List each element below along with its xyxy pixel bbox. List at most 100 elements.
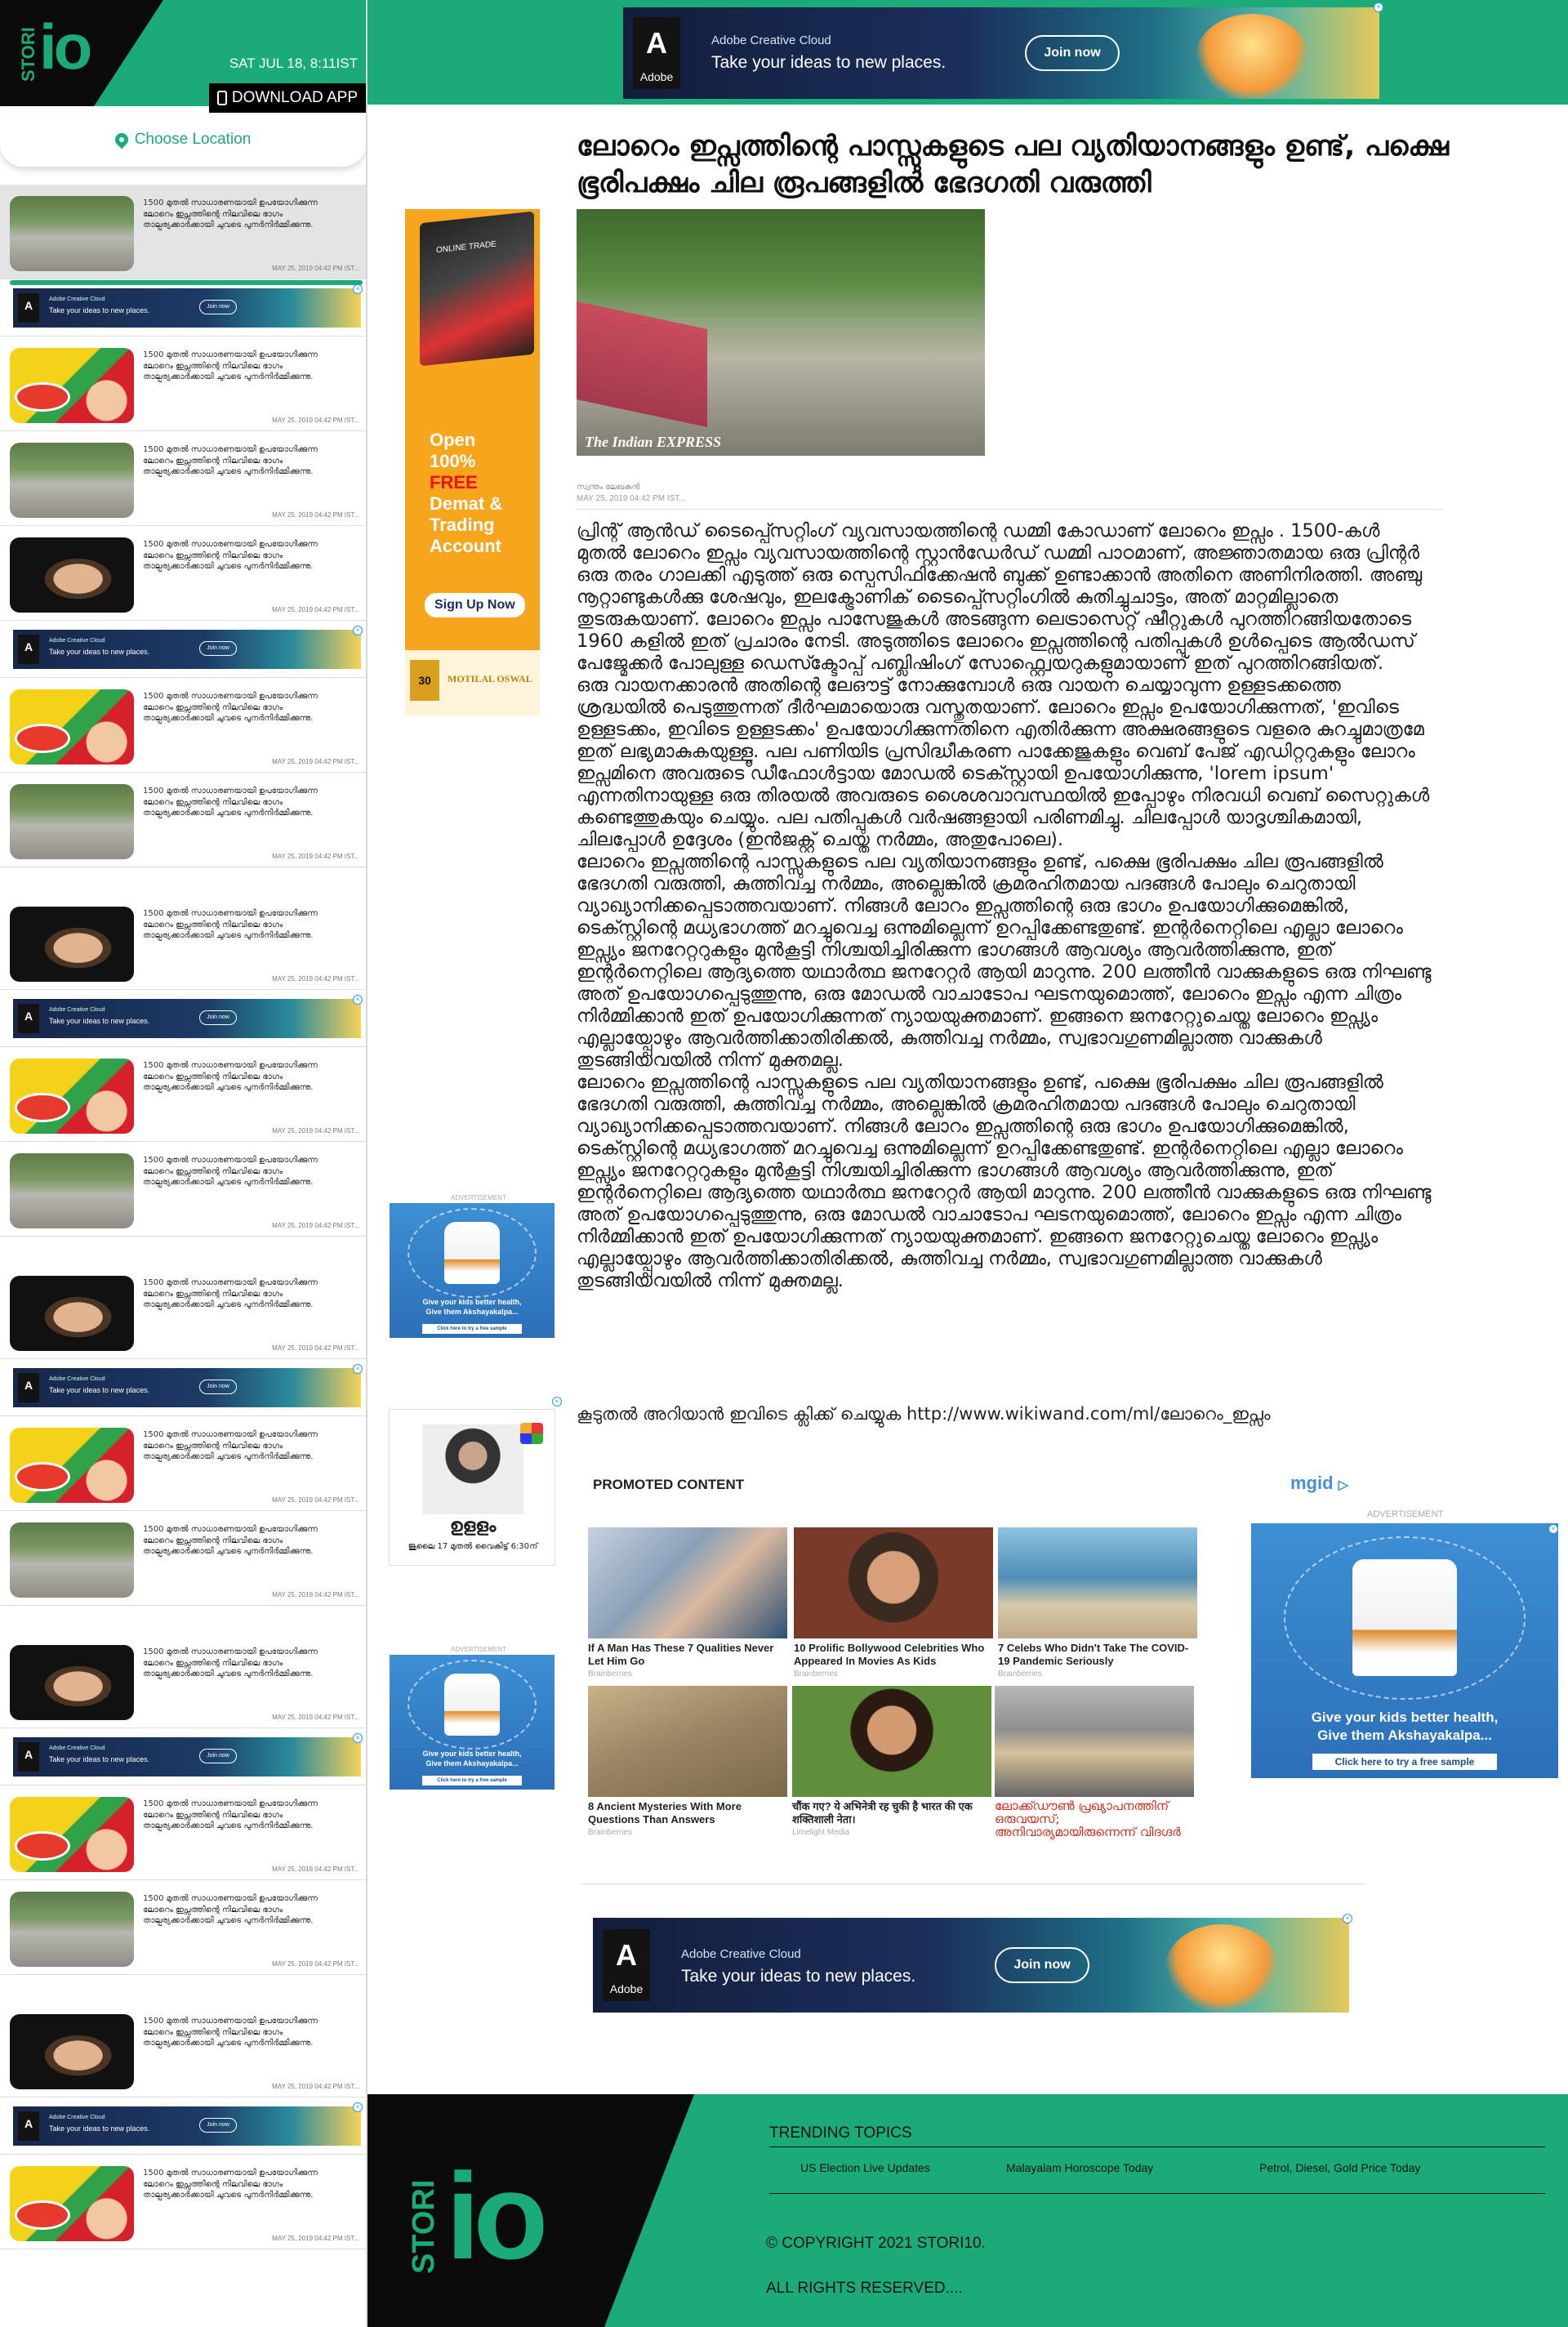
promoted-card[interactable]: If A Man Has These 7 Qualities Never Let… bbox=[588, 1527, 787, 1678]
story-thumbnail[interactable] bbox=[10, 1153, 134, 1228]
story-thumbnail[interactable] bbox=[10, 443, 134, 518]
square-ad-health[interactable]: Give your kids better health, Give them … bbox=[390, 1655, 555, 1790]
promoted-image[interactable] bbox=[998, 1527, 1197, 1638]
promoted-image[interactable] bbox=[588, 1527, 787, 1638]
ad-join-button[interactable]: Join now bbox=[995, 1947, 1089, 1983]
story-thumbnail[interactable] bbox=[10, 1522, 134, 1598]
ad-cta-button[interactable]: Click here to try a free sample bbox=[422, 1776, 522, 1785]
vertical-trading-ad[interactable]: ONLINE TRADE Open 100% FREE Demat & Trad… bbox=[405, 209, 540, 715]
promoted-card[interactable]: ലോക്ക്ഡൗൺ പ്രഖ്യാപനത്തിന് ഒരുവയസ്; അനിവാ… bbox=[995, 1686, 1194, 1839]
bottom-banner-ad[interactable]: A Adobe Adobe Creative Cloud Take your id… bbox=[593, 1918, 1349, 2013]
ad-join-button[interactable]: Join now bbox=[199, 1010, 237, 1025]
sidebar-story[interactable]: 1500 മുതൽ സാധാരണയായി ഉപയോഗിക്കുന്ന ലോറെം… bbox=[0, 1142, 366, 1237]
sidebar-story[interactable]: 1500 മുതൽ സാധാരണയായി ഉപയോഗിക്കുന്ന ലോറെം… bbox=[0, 1511, 366, 1606]
promoted-title[interactable]: चौंक गए? ये अभिनेत्री रह चुकी है भारत की… bbox=[792, 1800, 991, 1825]
ad-close-icon[interactable]: × bbox=[1374, 2, 1383, 12]
promoted-image[interactable] bbox=[794, 1527, 993, 1638]
ad-close-icon[interactable]: × bbox=[1548, 1524, 1558, 1534]
sidebar-ad[interactable]: A Adobe Creative Cloud Take your ideas to … bbox=[0, 1359, 366, 1416]
ad-close-icon[interactable]: × bbox=[353, 626, 363, 635]
sidebar-story[interactable]: 1500 മുതൽ സാധാരണയായി ഉപയോഗിക്കുന്ന ലോറെം… bbox=[0, 431, 366, 526]
mgid-logo[interactable]: mgid ▷ bbox=[1290, 1473, 1348, 1494]
square-ad-health[interactable]: Give your kids better health, Give them … bbox=[390, 1203, 555, 1338]
sidebar-story[interactable]: 1500 മുതൽ സാധാരണയായി ഉപയോഗിക്കുന്ന ലോറെം… bbox=[0, 1634, 366, 1728]
mini-banner-ad[interactable]: A Adobe Creative Cloud Take your ideas to … bbox=[13, 2106, 361, 2146]
ad-join-button[interactable]: Join now bbox=[1025, 35, 1120, 71]
promoted-image[interactable] bbox=[588, 1686, 787, 1797]
ad-close-icon[interactable]: × bbox=[353, 995, 363, 1005]
promoted-card[interactable]: 7 Celebs Who Didn't Take The COVID-19 Pa… bbox=[998, 1527, 1197, 1678]
sidebar-story[interactable]: 1500 മുതൽ സാധാരണയായി ഉപയോഗിക്കുന്ന ലോറെം… bbox=[0, 895, 366, 990]
promoted-title[interactable]: 8 Ancient Mysteries With More Questions … bbox=[588, 1800, 787, 1825]
mini-banner-ad[interactable]: A Adobe Creative Cloud Take your ideas to … bbox=[13, 999, 361, 1038]
ad-cta-button[interactable]: Click here to try a free sample bbox=[422, 1324, 522, 1334]
promoted-card[interactable]: चौंक गए? ये अभिनेत्री रह चुकी है भारत की… bbox=[792, 1686, 991, 1837]
story-thumbnail[interactable] bbox=[10, 1428, 134, 1503]
promoted-title[interactable]: If A Man Has These 7 Qualities Never Let… bbox=[588, 1642, 787, 1667]
sidebar-story[interactable]: 1500 മുതൽ സാധാരണയായി ഉപയോഗിക്കുന്ന ലോറെം… bbox=[0, 1047, 366, 1142]
promoted-image[interactable] bbox=[995, 1686, 1194, 1797]
ad-close-icon[interactable]: × bbox=[353, 1364, 363, 1374]
movie-ad[interactable]: ഉളളം ജൂലൈ 17 മുതൽ വൈകിട്ട് 6:30ന് bbox=[389, 1409, 555, 1566]
story-thumbnail[interactable] bbox=[10, 1645, 134, 1720]
sidebar-story[interactable]: 1500 മുതൽ സാധാരണയായി ഉപയോഗിക്കുന്ന ലോറെം… bbox=[0, 773, 366, 867]
read-more-link[interactable]: കൂടുതൽ അറിയാൻ ഇവിടെ ക്ലിക്ക് ചെയ്യുക htt… bbox=[577, 1404, 1271, 1424]
ad-cta-button[interactable]: Click here to try a free sample bbox=[1312, 1754, 1497, 1770]
ad-close-icon[interactable]: × bbox=[353, 2102, 363, 2112]
sidebar-story[interactable]: 1500 മുതൽ സാധാരണയായി ഉപയോഗിക്കുന്ന ലോറെം… bbox=[0, 1416, 366, 1511]
download-app-button[interactable]: DOWNLOAD APP bbox=[208, 83, 366, 113]
footer-logo-io[interactable]: io bbox=[446, 2155, 548, 2277]
sidebar-ad[interactable]: A Adobe Creative Cloud Take your ideas to … bbox=[0, 621, 366, 678]
sidebar-ad[interactable]: A Adobe Creative Cloud Take your ideas to … bbox=[0, 990, 366, 1047]
sidebar-ad[interactable]: A Adobe Creative Cloud Take your ideas to … bbox=[0, 279, 366, 337]
sidebar-story[interactable]: 1500 മുതൽ സാധാരണയായി ഉപയോഗിക്കുന്ന ലോറെം… bbox=[0, 2003, 366, 2097]
story-thumbnail[interactable] bbox=[10, 196, 134, 271]
story-thumbnail[interactable] bbox=[10, 1797, 134, 1872]
ad-join-button[interactable]: Join now bbox=[199, 1749, 237, 1763]
promoted-card[interactable]: 10 Prolific Bollywood Celebrities Who Ap… bbox=[794, 1527, 993, 1678]
promoted-title[interactable]: ലോക്ക്ഡൗൺ പ്രഖ്യാപനത്തിന് ഒരുവയസ്; അനിവാ… bbox=[995, 1799, 1194, 1839]
ad-close-icon[interactable]: × bbox=[353, 284, 363, 294]
square-ad-health-large[interactable]: Give your kids better health, Give them … bbox=[1251, 1523, 1558, 1778]
ad-close-icon[interactable]: × bbox=[552, 1397, 562, 1406]
mini-banner-ad[interactable]: A Adobe Creative Cloud Take your ideas to … bbox=[13, 1737, 361, 1776]
choose-location-button[interactable]: Choose Location bbox=[0, 113, 366, 167]
story-thumbnail[interactable] bbox=[10, 348, 134, 423]
sidebar-ad[interactable]: A Adobe Creative Cloud Take your ideas to … bbox=[0, 2097, 366, 2155]
sidebar-story[interactable]: 1500 മുതൽ സാധാരണയായി ഉപയോഗിക്കുന്ന ലോറെം… bbox=[0, 2155, 366, 2249]
story-thumbnail[interactable] bbox=[10, 784, 134, 859]
sidebar-story[interactable]: 1500 മുതൽ സാധാരണയായി ഉപയോഗിക്കുന്ന ലോറെം… bbox=[0, 1880, 366, 1975]
ad-join-button[interactable]: Join now bbox=[199, 2118, 237, 2133]
mini-banner-ad[interactable]: A Adobe Creative Cloud Take your ideas to … bbox=[13, 1368, 361, 1407]
promoted-image[interactable] bbox=[792, 1686, 991, 1797]
logo-stori-text[interactable]: STORI bbox=[18, 27, 39, 82]
trending-topic-link[interactable]: US Election Live Updates bbox=[800, 2161, 930, 2174]
sidebar-story[interactable]: 1500 മുതൽ സാധാരണയായി ഉപയോഗിക്കുന്ന ലോറെം… bbox=[0, 1264, 366, 1359]
story-thumbnail[interactable] bbox=[10, 2014, 134, 2089]
ad-signup-button[interactable]: Sign Up Now bbox=[425, 593, 525, 617]
trending-topic-link[interactable]: Malayalam Horoscope Today bbox=[1006, 2161, 1153, 2174]
trending-topic-link[interactable]: Petrol, Diesel, Gold Price Today bbox=[1259, 2161, 1420, 2174]
story-thumbnail[interactable] bbox=[10, 1059, 134, 1134]
story-thumbnail[interactable] bbox=[10, 537, 134, 613]
promoted-title[interactable]: 10 Prolific Bollywood Celebrities Who Ap… bbox=[794, 1642, 993, 1667]
mini-banner-ad[interactable]: A Adobe Creative Cloud Take your ideas to … bbox=[13, 630, 361, 669]
sidebar-story[interactable]: 1500 മുതൽ സാധാരണയായി ഉപയോഗിക്കുന്ന ലോറെം… bbox=[0, 337, 366, 431]
ad-join-button[interactable]: Join now bbox=[199, 300, 237, 314]
promoted-title[interactable]: 7 Celebs Who Didn't Take The COVID-19 Pa… bbox=[998, 1642, 1197, 1667]
story-thumbnail[interactable] bbox=[10, 1892, 134, 1967]
footer-logo-stori[interactable]: STORI bbox=[407, 2180, 442, 2274]
ad-close-icon[interactable]: × bbox=[1343, 1914, 1352, 1924]
promoted-card[interactable]: 8 Ancient Mysteries With More Questions … bbox=[588, 1686, 787, 1837]
top-banner-ad[interactable]: A Adobe Adobe Creative Cloud Take your id… bbox=[623, 7, 1379, 99]
ad-join-button[interactable]: Join now bbox=[199, 641, 237, 656]
story-thumbnail[interactable] bbox=[10, 2166, 134, 2241]
sidebar-story[interactable]: 1500 മുതൽ സാധാരണയായി ഉപയോഗിക്കുന്ന ലോറെം… bbox=[0, 1785, 366, 1880]
story-thumbnail[interactable] bbox=[10, 1276, 134, 1351]
ad-close-icon[interactable]: × bbox=[353, 1733, 363, 1743]
story-thumbnail[interactable] bbox=[10, 907, 134, 982]
sidebar-story[interactable]: 1500 മുതൽ സാധാരണയായി ഉപയോഗിക്കുന്ന ലോറെം… bbox=[0, 526, 366, 621]
mini-banner-ad[interactable]: A Adobe Creative Cloud Take your ideas to … bbox=[13, 288, 361, 328]
sidebar-story[interactable]: 1500 മുതൽ സാധാരണയായി ഉപയോഗിക്കുന്ന ലോറെം… bbox=[0, 185, 366, 285]
ad-join-button[interactable]: Join now bbox=[199, 1380, 237, 1394]
